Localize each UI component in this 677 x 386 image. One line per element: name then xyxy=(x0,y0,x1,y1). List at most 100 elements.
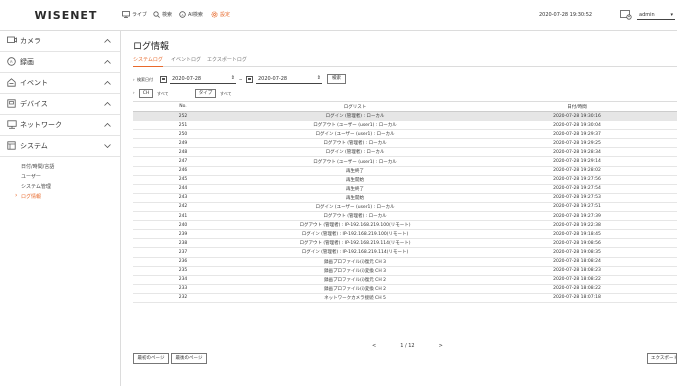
table-row[interactable]: 235 録画プロファイル(i)変換 CH 3 2020-07-28 18:08:23 xyxy=(133,266,677,276)
nav-live[interactable]: ライブ xyxy=(122,11,147,18)
first-page-button[interactable]: 最初のページ xyxy=(133,353,169,364)
event-icon xyxy=(7,78,16,89)
column-header-datetime[interactable]: 日付/時間 xyxy=(477,101,677,112)
sidebar-item-label: 録画 xyxy=(20,58,34,66)
monitor-icon xyxy=(122,11,130,18)
start-date-value: 2020-07-28 xyxy=(172,76,202,82)
cell-no: 240 xyxy=(133,220,233,231)
table-row[interactable]: 237 ログイン (管理者) : IP-192.168.219.114(リモート)… xyxy=(133,247,677,258)
type-button[interactable]: タイプ xyxy=(195,89,216,98)
cell-datetime: 2020-07-28 19:08:35 xyxy=(477,247,677,258)
cell-datetime: 2020-07-28 18:08:23 xyxy=(477,266,677,276)
cell-log: 録画プロファイル(i)変換 CH 2 xyxy=(233,284,477,294)
svg-text:R: R xyxy=(10,60,13,64)
top-bar: WISENET ライブ 検索 A AI検索 設定 2020-07-28 19:3… xyxy=(0,0,677,31)
user-icon[interactable] xyxy=(620,10,632,22)
table-row[interactable]: 251 ログアウト (ユーザー (user1) : ローカル 2020-07-28 … xyxy=(133,120,677,131)
chevron-up-icon xyxy=(104,100,111,108)
sidebar-subitem-system-admin[interactable]: システム管理 xyxy=(21,183,51,190)
cell-no: 233 xyxy=(133,284,233,294)
table-row[interactable]: 248 ログイン (管理者) : ローカル 2020-07-28 19:28:34 xyxy=(133,147,677,158)
column-header-log-list[interactable]: ログリスト xyxy=(233,101,477,112)
chevron-down-icon: ▾ xyxy=(670,12,673,18)
user-select[interactable]: admin ▾ xyxy=(637,10,675,20)
table-row[interactable]: 249 ログアウト (管理者) : ローカル 2020-07-28 19:29:25 xyxy=(133,138,677,149)
calendar-icon[interactable] xyxy=(160,76,167,83)
sidebar-item-label: カメラ xyxy=(20,37,41,45)
table-row[interactable]: 243 再生開始 2020-07-28 19:27:53 xyxy=(133,193,677,203)
nav-ai-search[interactable]: A AI検索 xyxy=(179,11,203,18)
cell-log: ログイン (管理者) : IP-192.168.219.100(リモート) xyxy=(233,229,477,240)
sidebar-item-system[interactable]: システム xyxy=(0,136,120,156)
cell-log: 再生開始 xyxy=(233,193,477,203)
cell-datetime: 2020-07-28 19:27:54 xyxy=(477,184,677,194)
last-page-button[interactable]: 最後のページ xyxy=(171,353,207,364)
sidebar-subitem-user[interactable]: ユーザー xyxy=(21,173,41,180)
table-row[interactable]: 252 ログイン (管理者) : ローカル 2020-07-28 19:30:16 xyxy=(133,111,677,122)
nav-search[interactable]: 検索 xyxy=(153,11,172,18)
table-row[interactable]: 242 ログイン (ユーザー (user1) : ローカル 2020-07-28 1… xyxy=(133,202,677,213)
cell-no: 252 xyxy=(133,111,233,122)
clock: 2020-07-28 19:30:52 xyxy=(539,12,593,18)
table-row[interactable]: 232 ネットワークカメラ接続 CH 5 2020-07-28 18:07:18 xyxy=(133,293,677,303)
table-row[interactable]: 233 録画プロファイル(i)変換 CH 2 2020-07-28 18:08:22 xyxy=(133,284,677,294)
cell-log: ログアウト (ユーザー (user1) : ローカル xyxy=(233,120,477,131)
system-icon xyxy=(7,141,16,152)
chevron-up-icon xyxy=(104,79,111,87)
end-date-value: 2020-07-28 xyxy=(258,76,288,82)
end-date-input[interactable]: 2020-07-28 ⇕ xyxy=(256,75,322,84)
ch-button[interactable]: CH xyxy=(139,89,153,98)
sidebar-item-camera[interactable]: カメラ xyxy=(0,31,120,51)
sidebar-item-network[interactable]: ネットワーク xyxy=(0,115,120,135)
nav-setup[interactable]: 設定 xyxy=(211,11,230,18)
tab-event-log[interactable]: イベントログ xyxy=(171,56,201,66)
cell-datetime: 2020-07-28 19:28:34 xyxy=(477,147,677,158)
table-row[interactable]: 234 録画プロファイル(i)復元 CH 2 2020-07-28 18:08:22 xyxy=(133,275,677,285)
cell-log: 再生終了 xyxy=(233,166,477,176)
device-icon xyxy=(7,99,16,110)
tab-system-log[interactable]: システムログ xyxy=(133,56,163,67)
cell-log: ログアウト (管理者) : IP-192.168.219.114(リモート) xyxy=(233,238,477,249)
spinner-icon[interactable]: ⇕ xyxy=(317,74,321,83)
cell-log: ログアウト (管理者) : ローカル xyxy=(233,211,477,222)
sidebar-subitem-log-info[interactable]: ログ情報 xyxy=(15,192,41,200)
table-row[interactable]: 241 ログアウト (管理者) : ローカル 2020-07-28 19:27:39 xyxy=(133,211,677,222)
tab-export-log[interactable]: エクスポートログ xyxy=(207,56,247,66)
table-row[interactable]: 236 録画プロファイル(i)復元 CH 3 2020-07-28 18:08:24 xyxy=(133,257,677,267)
table-row[interactable]: 245 再生開始 2020-07-28 19:27:56 xyxy=(133,175,677,185)
nav-live-label: ライブ xyxy=(132,12,148,18)
prev-page-button[interactable]: < xyxy=(372,343,376,349)
sidebar: カメラ R 録画 イベント デバイス ネットワーク システム 日付/時間/言語 … xyxy=(0,31,121,386)
cell-no: 242 xyxy=(133,202,233,213)
sidebar-item-event[interactable]: イベント xyxy=(0,73,120,93)
table-row[interactable]: 250 ログイン (ユーザー (user1) : ローカル 2020-07-28 1… xyxy=(133,129,677,140)
export-button[interactable]: エクスポート xyxy=(647,353,677,364)
table-row[interactable]: 238 ログアウト (管理者) : IP-192.168.219.114(リモート… xyxy=(133,238,677,249)
start-date-input[interactable]: 2020-07-28 ⇕ xyxy=(170,75,236,84)
table-row[interactable]: 244 再生終了 2020-07-28 19:27:54 xyxy=(133,184,677,194)
table-row[interactable]: 246 再生終了 2020-07-28 19:28:02 xyxy=(133,166,677,176)
column-header-no[interactable]: No. xyxy=(133,101,233,112)
cell-datetime: 2020-07-28 19:27:53 xyxy=(477,193,677,203)
calendar-icon[interactable] xyxy=(246,76,253,83)
cell-datetime: 2020-07-28 19:18:45 xyxy=(477,229,677,240)
cell-no: 235 xyxy=(133,266,233,276)
cell-log: ログアウト (管理者) : ローカル xyxy=(233,138,477,149)
table-row[interactable]: 239 ログイン (管理者) : IP-192.168.219.100(リモート)… xyxy=(133,229,677,240)
cell-no: 232 xyxy=(133,293,233,303)
nav-ai-label: AI検索 xyxy=(188,12,203,18)
pagination: < 1 / 12 > xyxy=(372,343,443,349)
svg-text:A: A xyxy=(181,13,184,17)
search-button[interactable]: 検索 xyxy=(327,74,346,84)
nav-setup-label: 設定 xyxy=(220,12,231,18)
cell-log: ログイン (管理者) : ローカル xyxy=(233,147,477,158)
next-page-button[interactable]: > xyxy=(439,343,443,349)
table-row[interactable]: 247 ログアウト (ユーザー (user1) : ローカル 2020-07-28 … xyxy=(133,156,677,167)
cell-no: 248 xyxy=(133,147,233,158)
table-row[interactable]: 240 ログアウト (管理者) : IP-192.168.219.100(リモート… xyxy=(133,220,677,231)
sidebar-item-device[interactable]: デバイス xyxy=(0,94,120,114)
table-body: 252 ログイン (管理者) : ローカル 2020-07-28 19:30:16 2… xyxy=(133,111,677,303)
sidebar-item-record[interactable]: R 録画 xyxy=(0,52,120,72)
spinner-icon[interactable]: ⇕ xyxy=(231,74,235,83)
sidebar-subitem-datetime[interactable]: 日付/時間/言語 xyxy=(21,163,54,170)
